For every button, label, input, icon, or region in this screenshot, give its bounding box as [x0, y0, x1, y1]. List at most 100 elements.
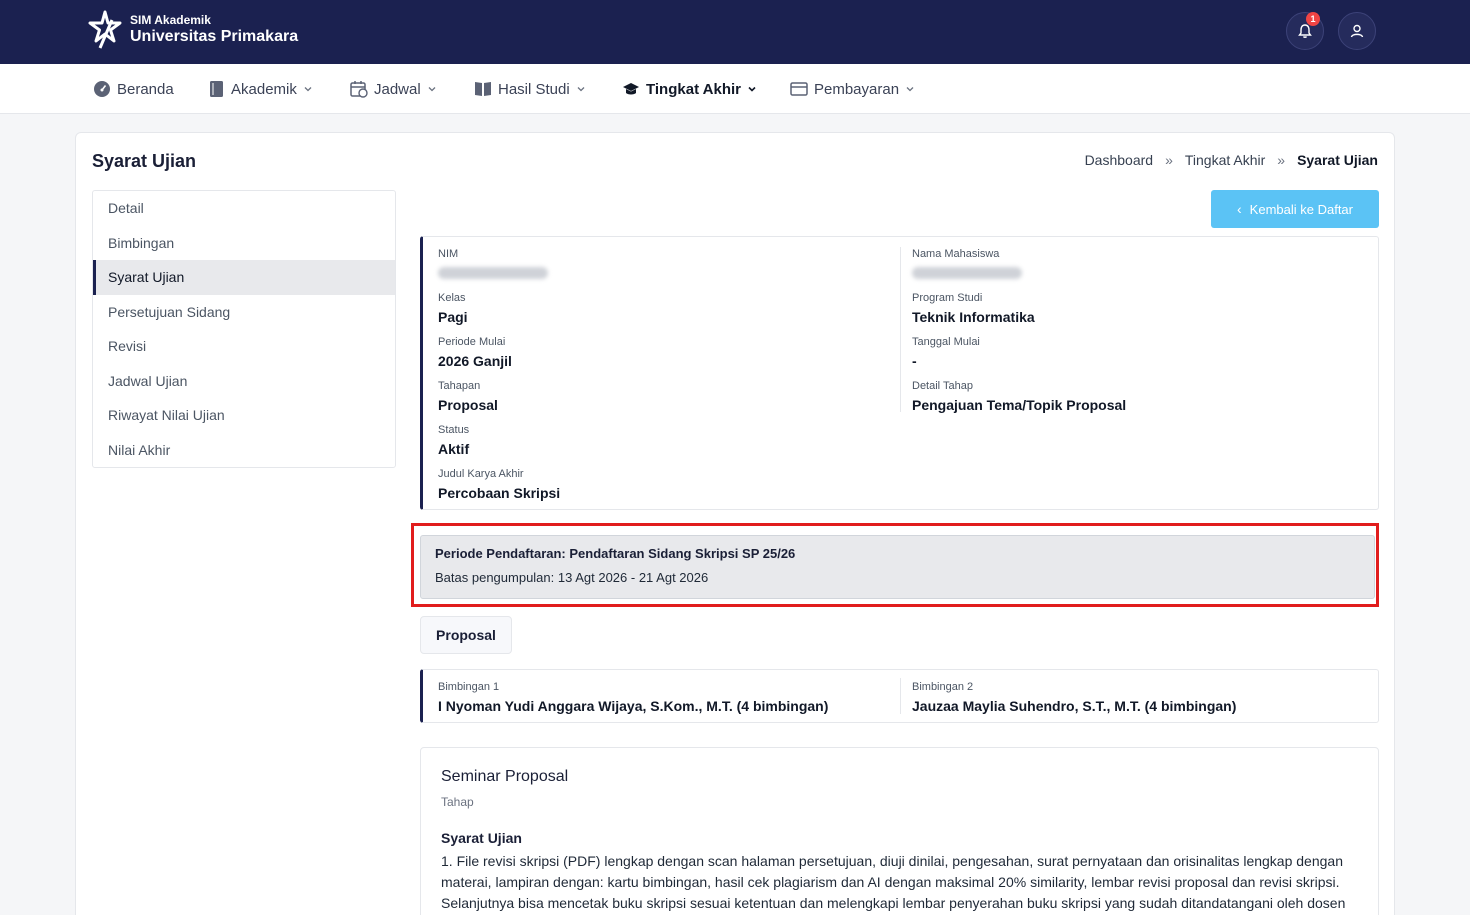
field-label: NIM [438, 248, 459, 260]
side-item-revisi[interactable]: Revisi [93, 329, 395, 364]
field-nama: Nama Mahasiswa [912, 247, 1022, 284]
field-tanggal-mulai: Tanggal Mulai - [912, 335, 980, 370]
breadcrumb: Dashboard » Tingkat Akhir » Syarat Ujian [1085, 152, 1378, 168]
main-nav: Beranda Akademik Jadwal Hasil Studi Ting… [0, 64, 1470, 114]
side-item-jadwal-ujian[interactable]: Jadwal Ujian [93, 364, 395, 399]
seminar-subtitle: Tahap [441, 795, 474, 809]
field-label: Tahapan [438, 380, 481, 392]
breadcrumb-separator: » [1277, 152, 1286, 168]
university-logo-icon [88, 10, 122, 49]
side-item-riwayat-nilai-ujian[interactable]: Riwayat Nilai Ujian [93, 398, 395, 433]
nav-beranda[interactable]: Beranda [93, 78, 174, 100]
field-label: Detail Tahap [912, 380, 973, 392]
breadcrumb-tingkat-akhir[interactable]: Tingkat Akhir [1185, 152, 1265, 168]
field-value: Aktif [438, 441, 470, 457]
chevron-down-icon [577, 87, 585, 92]
app-name: Universitas Primakara [130, 28, 299, 45]
field-label: Judul Karya Akhir [438, 468, 524, 480]
field-periode-mulai: Periode Mulai 2026 Ganjil [438, 335, 512, 370]
period-deadline: Batas pengumpulan: 13 Agt 2026 - 21 Agt … [435, 570, 709, 585]
chevron-down-icon [428, 87, 436, 92]
supervisor-panel: Bimbingan 1 I Nyoman Yudi Anggara Wijaya… [420, 669, 1379, 723]
field-value: Pengajuan Tema/Topik Proposal [912, 397, 1127, 413]
field-label: Bimbingan 1 [438, 681, 500, 693]
field-label: Bimbingan 2 [912, 681, 974, 693]
field-nim: NIM [438, 247, 548, 284]
field-value: Percobaan Skripsi [438, 485, 561, 501]
field-value: Pagi [438, 309, 468, 325]
nav-jadwal[interactable]: Jadwal [350, 78, 437, 100]
credit-card-icon [790, 82, 808, 96]
user-icon [1350, 24, 1364, 38]
column-divider [900, 678, 901, 714]
redacted-value [438, 267, 548, 279]
field-judul-karya-akhir: Judul Karya Akhir Percobaan Skripsi [438, 467, 560, 502]
side-menu: Detail Bimbingan Syarat Ujian Persetujua… [92, 190, 396, 468]
nav-pembayaran[interactable]: Pembayaran [790, 78, 915, 100]
nav-hasil-studi[interactable]: Hasil Studi [474, 78, 586, 100]
field-bimbingan-1: Bimbingan 1 I Nyoman Yudi Anggara Wijaya… [438, 680, 828, 715]
seminar-title: Seminar Proposal [441, 768, 569, 785]
app-subtitle: SIM Akademik [130, 13, 211, 27]
nav-akademik[interactable]: Akademik [209, 78, 313, 100]
field-label: Periode Mulai [438, 336, 506, 348]
page-title: Syarat Ujian [92, 151, 197, 171]
field-value: Jauzaa Maylia Suhendro, S.T., M.T. (4 bi… [912, 698, 1237, 714]
brand[interactable]: SIM Akademik Universitas Primakara [86, 10, 298, 50]
chevron-down-icon [304, 87, 312, 92]
side-item-detail[interactable]: Detail [93, 191, 395, 226]
requirements-title: Syarat Ujian [441, 830, 522, 846]
field-status: Status Aktif [438, 423, 469, 458]
side-item-bimbingan[interactable]: Bimbingan [93, 226, 395, 261]
field-detail-tahap: Detail Tahap Pengajuan Tema/Topik Propos… [912, 379, 1126, 414]
notification-badge: 1 [1306, 12, 1320, 26]
nav-label: Akademik [231, 80, 297, 98]
breadcrumb-dashboard[interactable]: Dashboard [1085, 152, 1154, 168]
field-label: Kelas [438, 292, 466, 304]
graduation-cap-icon [623, 83, 639, 95]
nav-label: Hasil Studi [498, 80, 570, 98]
side-item-persetujuan-sidang[interactable]: Persetujuan Sidang [93, 295, 395, 330]
field-label: Status [438, 424, 470, 436]
side-item-nilai-akhir[interactable]: Nilai Akhir [93, 433, 395, 468]
field-value: Proposal [438, 397, 498, 413]
nav-label: Jadwal [374, 80, 421, 98]
tab-proposal[interactable]: Proposal [420, 616, 512, 654]
breadcrumb-separator: » [1165, 152, 1173, 168]
nav-label: Tingkat Akhir [646, 80, 742, 98]
chevron-down-icon [906, 87, 914, 92]
breadcrumb-current: Syarat Ujian [1297, 152, 1378, 168]
side-item-syarat-ujian[interactable]: Syarat Ujian [93, 260, 395, 295]
nav-tingkat-akhir[interactable]: Tingkat Akhir [622, 78, 757, 100]
calendar-clock-icon [350, 81, 368, 98]
chevron-down-icon [748, 86, 756, 92]
book-icon [210, 81, 223, 97]
seminar-proposal-card: Seminar Proposal Tahap Syarat Ujian 1. F… [420, 747, 1379, 915]
registration-period-box: Periode Pendaftaran: Pendaftaran Sidang … [420, 535, 1375, 599]
field-value: I Nyoman Yudi Anggara Wijaya, S.Kom., M.… [438, 698, 829, 714]
requirements-text: 1. File revisi skripsi (PDF) lengkap den… [441, 853, 1346, 911]
dashboard-gauge-icon [94, 81, 110, 97]
field-value: 2026 Ganjil [438, 353, 512, 369]
field-value: - [912, 353, 917, 369]
field-bimbingan-2: Bimbingan 2 Jauzaa Maylia Suhendro, S.T.… [912, 680, 1236, 715]
field-program-studi: Program Studi Teknik Informatika [912, 291, 1035, 326]
field-label: Program Studi [912, 292, 983, 304]
user-menu-button[interactable] [1338, 12, 1376, 50]
content-card: Syarat Ujian Dashboard » Tingkat Akhir »… [75, 132, 1395, 915]
field-kelas: Kelas Pagi [438, 291, 468, 326]
period-title: Periode Pendaftaran: Pendaftaran Sidang … [435, 546, 796, 561]
nav-label: Beranda [117, 80, 174, 98]
back-button-label: Kembali ke Daftar [1249, 201, 1353, 217]
open-book-icon [475, 82, 491, 96]
nav-label: Pembayaran [814, 80, 900, 98]
redacted-value [912, 267, 1022, 279]
field-tahapan: Tahapan Proposal [438, 379, 498, 414]
field-value: Teknik Informatika [912, 309, 1035, 325]
back-to-list-button[interactable]: ‹ Kembali ke Daftar [1211, 190, 1379, 228]
field-label: Tanggal Mulai [912, 336, 980, 348]
top-bar: SIM Akademik Universitas Primakara 1 [0, 0, 1470, 64]
student-info-panel: NIM Nama Mahasiswa Kelas Pagi Program St… [420, 236, 1379, 510]
column-divider [900, 247, 901, 412]
chevron-left-icon: ‹ [1237, 201, 1242, 217]
